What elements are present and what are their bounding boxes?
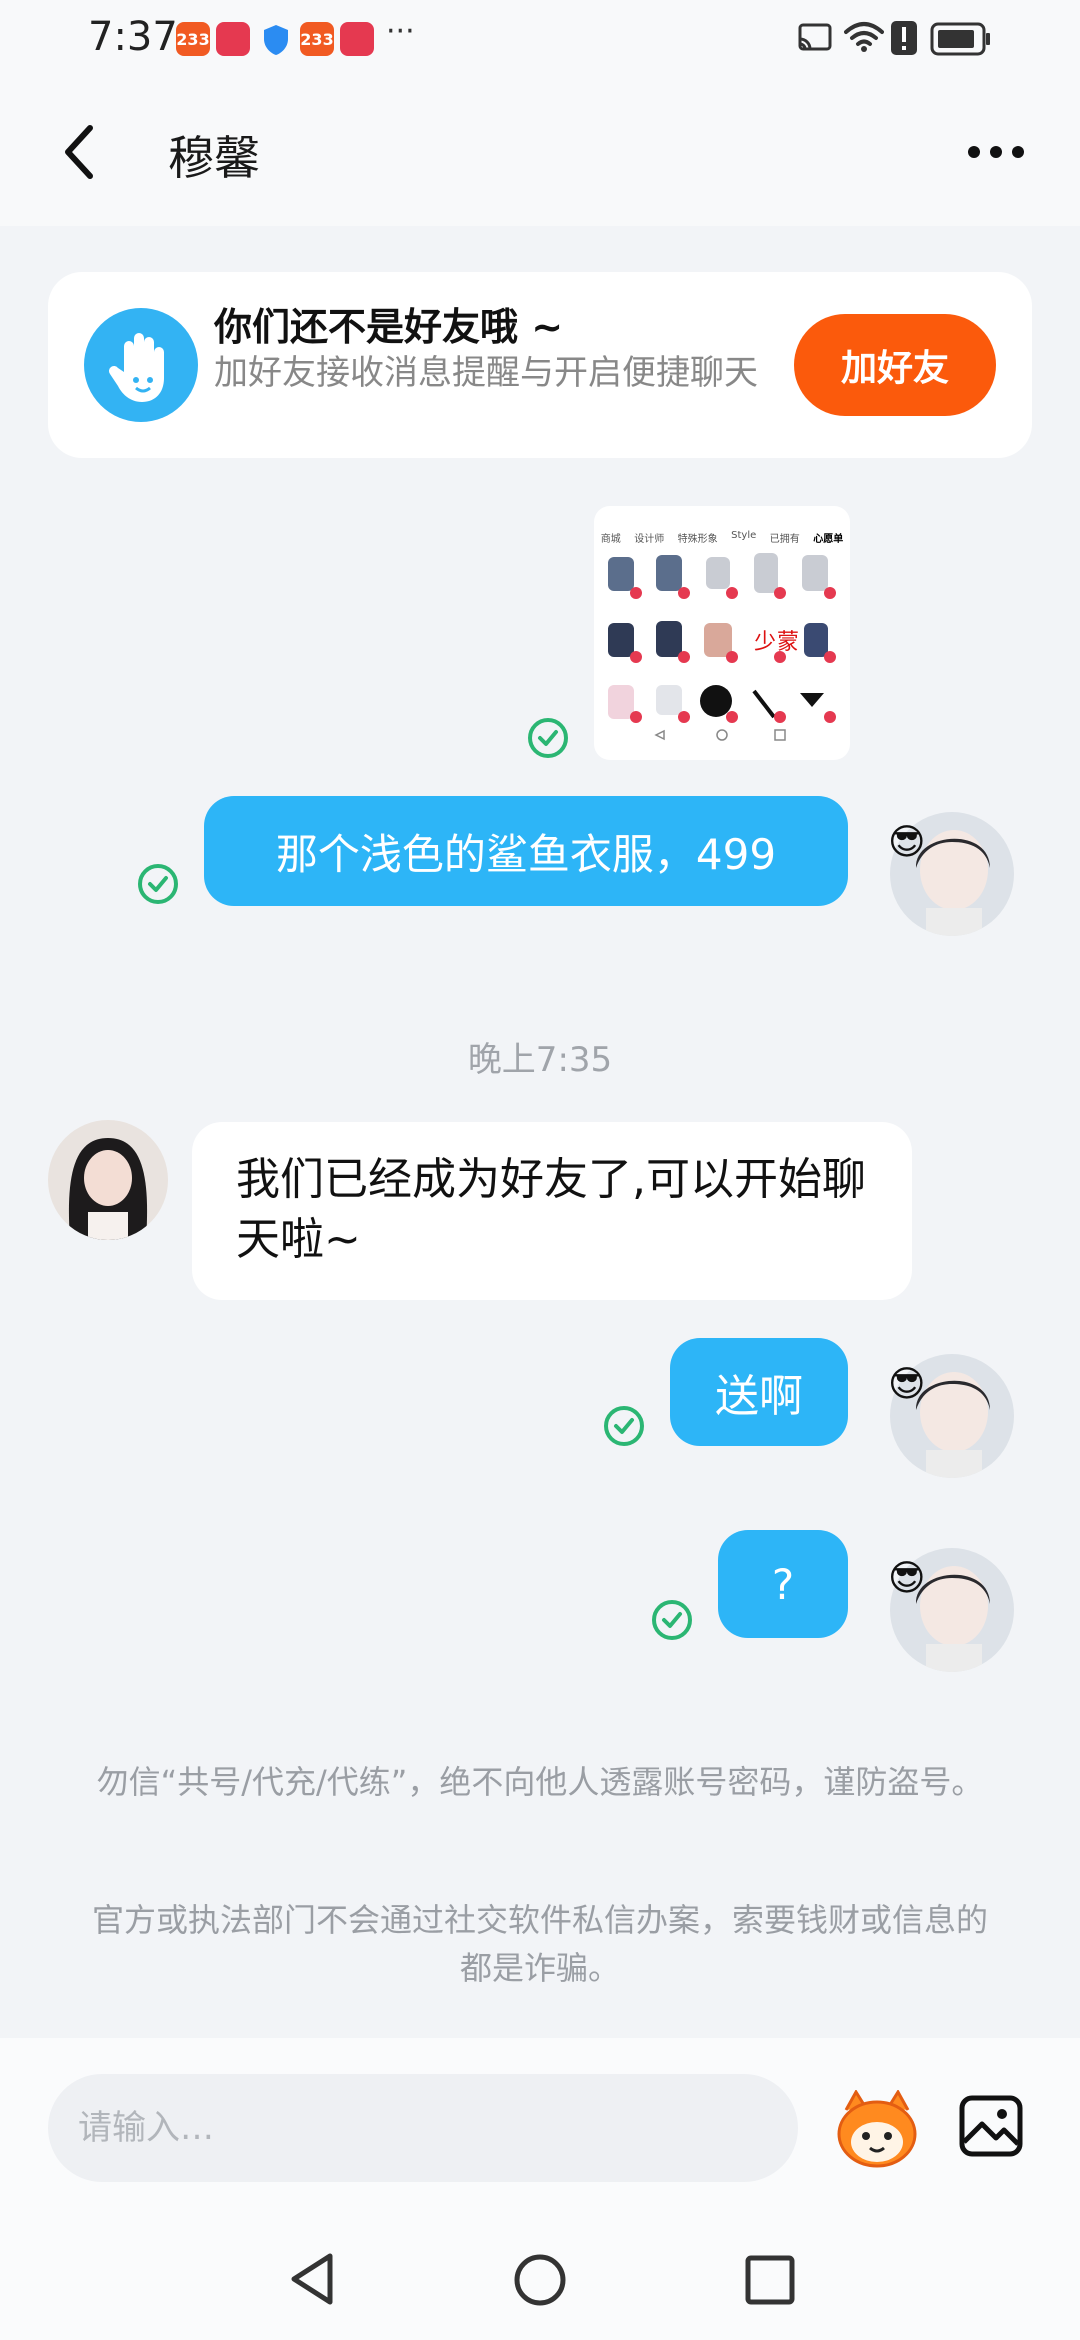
image-icon	[959, 2095, 1023, 2157]
huawei-appgallery-icon-2	[340, 22, 374, 56]
app-233-icon: 233	[176, 22, 210, 56]
hand-wave-icon	[84, 308, 198, 422]
message-bubble-outgoing[interactable]: 那个浅色的鲨鱼衣服，499	[204, 796, 848, 906]
triangle-back-icon	[291, 2253, 333, 2305]
status-time: 7:37	[88, 14, 178, 60]
alert-icon	[890, 20, 918, 60]
wifi-icon	[844, 20, 884, 58]
nav-recents-button[interactable]	[744, 2254, 796, 2310]
read-check-icon	[604, 1406, 644, 1446]
sunglasses-sticker-icon: 😎	[888, 1558, 926, 1599]
chat-header	[0, 90, 1080, 226]
shop-tab: 已拥有	[769, 534, 800, 545]
safety-warning: 勿信“共号/代充/代练”，绝不向他人透露账号密码，谨防盗号。	[96, 1763, 984, 1801]
message-timestamp: 晚上7:35	[467, 1040, 613, 1080]
back-button[interactable]	[56, 122, 106, 182]
message-bubble-outgoing[interactable]: ?	[718, 1530, 848, 1638]
shop-tab: 特殊形象	[677, 534, 718, 545]
outfit-grid-graphic: 少 蒙	[608, 553, 836, 741]
fraud-warning: 官方或执法部门不会通过社交软件私信办案，索要钱财或信息的都是诈骗。	[91, 1901, 988, 1987]
read-check-icon	[528, 718, 568, 758]
battery-icon	[930, 22, 992, 60]
shop-tab: 设计师	[634, 534, 665, 545]
shop-tab: 心愿单	[813, 534, 844, 545]
mascot-sticker-icon	[837, 2089, 917, 2168]
huawei-appgallery-icon	[216, 22, 250, 56]
nav-back-button[interactable]	[286, 2250, 338, 2312]
shop-tab: 商城	[600, 534, 621, 545]
message-bubble-incoming[interactable]: 我们已经成为好友了,可以开始聊天啦~	[192, 1122, 912, 1300]
add-friend-button[interactable]: 加好友	[794, 314, 996, 416]
sticker-button[interactable]	[832, 2089, 922, 2170]
read-check-icon	[652, 1600, 692, 1640]
message-input[interactable]	[48, 2074, 798, 2182]
shop-tab: Style	[731, 530, 757, 541]
sunglasses-sticker-icon: 😎	[888, 1364, 926, 1405]
app-233-icon-2: 233	[300, 22, 334, 56]
friend-card-title: 你们还不是好友哦 ~	[214, 305, 564, 349]
contact-avatar[interactable]	[48, 1120, 168, 1240]
more-notifications-icon: ···	[386, 14, 415, 49]
more-button[interactable]	[966, 136, 1026, 168]
cast-icon	[796, 22, 834, 60]
circle-home-icon	[514, 2254, 566, 2306]
page-title: 穆馨	[168, 131, 260, 185]
shield-icon	[262, 24, 290, 56]
shop-tabs: 商城 设计师 特殊形象 Style 已拥有 心愿单	[594, 506, 850, 545]
sunglasses-sticker-icon: 😎	[888, 822, 926, 863]
nav-home-button[interactable]	[512, 2252, 568, 2312]
chevron-left-icon	[65, 125, 93, 179]
message-text: 我们已经成为好友了,可以开始聊天啦~	[236, 1154, 866, 1265]
more-dots-icon	[968, 146, 1024, 158]
svg-text:少: 少	[754, 630, 776, 655]
shared-image[interactable]: 商城 设计师 特殊形象 Style 已拥有 心愿单 少 蒙	[594, 506, 850, 760]
square-recents-icon	[745, 2255, 795, 2305]
image-button[interactable]	[956, 2090, 1028, 2162]
message-bubble-outgoing[interactable]: 送啊	[670, 1338, 848, 1446]
read-check-icon	[138, 864, 178, 904]
friend-card-subtitle: 加好友接收消息提醒与开启便捷聊天	[214, 353, 758, 393]
